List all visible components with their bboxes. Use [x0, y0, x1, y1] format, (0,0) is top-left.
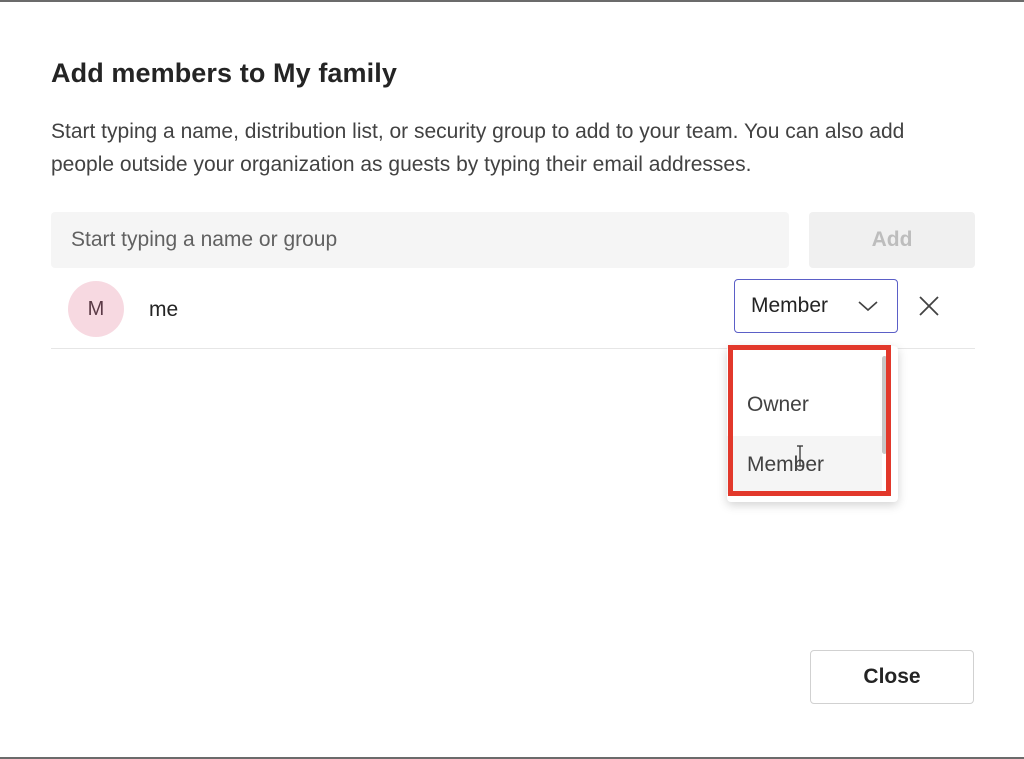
text-cursor-icon — [797, 445, 803, 467]
add-button[interactable]: Add — [809, 212, 975, 268]
add-members-dialog: Add members to My family Start typing a … — [0, 0, 1024, 759]
member-name: me — [149, 298, 179, 321]
avatar: M — [68, 281, 124, 337]
dialog-description: Start typing a name, distribution list, … — [51, 120, 905, 176]
chevron-down-icon — [858, 301, 878, 312]
dialog-title: Add members to My family — [51, 58, 397, 88]
role-selected-value: Member — [751, 294, 829, 317]
role-dropdown[interactable]: Member — [734, 279, 898, 333]
member-row: M me Member — [51, 274, 975, 349]
highlight-annotation — [728, 345, 891, 496]
close-button[interactable]: Close — [810, 650, 974, 704]
close-icon[interactable] — [917, 294, 941, 318]
search-input[interactable] — [51, 212, 789, 268]
